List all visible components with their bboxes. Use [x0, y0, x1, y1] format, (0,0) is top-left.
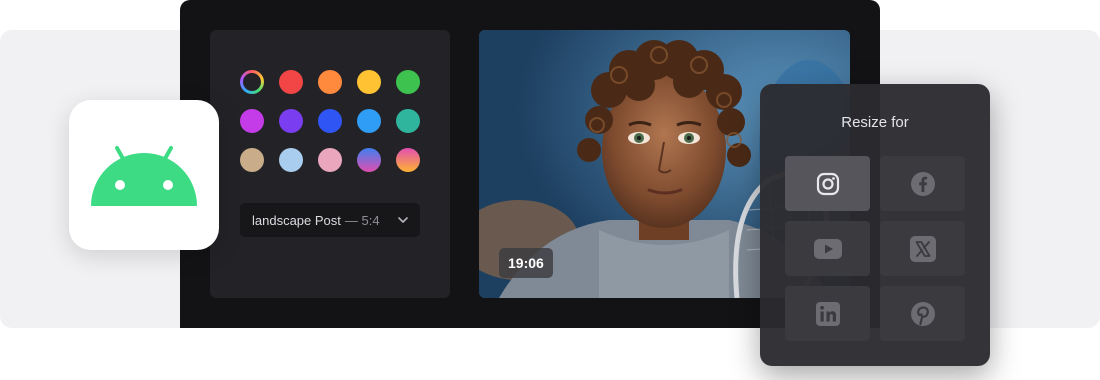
swatch-tan[interactable]	[240, 148, 264, 172]
pinterest-icon	[910, 301, 935, 326]
swatch-orange[interactable]	[318, 70, 342, 94]
swatch-pink-orange-gradient[interactable]	[396, 148, 420, 172]
swatch-magenta[interactable]	[240, 109, 264, 133]
pinterest-button[interactable]	[880, 286, 965, 341]
swatch-teal[interactable]	[396, 109, 420, 133]
resize-title: Resize for	[841, 114, 909, 131]
swatch-color-wheel[interactable]	[240, 70, 264, 94]
facebook-button[interactable]	[880, 156, 965, 211]
format-dropdown[interactable]: landscape Post — 5:4	[240, 203, 420, 237]
x-button[interactable]	[880, 221, 965, 276]
swatch-pink[interactable]	[318, 148, 342, 172]
swatch-blue[interactable]	[318, 109, 342, 133]
swatch-light-blue[interactable]	[279, 148, 303, 172]
video-timestamp: 19:06	[499, 248, 553, 278]
youtube-button[interactable]	[785, 221, 870, 276]
facebook-icon	[910, 171, 935, 196]
swatch-sky[interactable]	[357, 109, 381, 133]
swatch-red[interactable]	[279, 70, 303, 94]
swatch-blue-pink-gradient[interactable]	[357, 148, 381, 172]
format-ratio: — 5:4	[344, 212, 380, 228]
x-icon	[909, 235, 936, 262]
social-platform-grid	[785, 156, 965, 341]
color-palette	[240, 70, 420, 172]
instagram-button[interactable]	[785, 156, 870, 211]
style-panel: landscape Post — 5:4	[210, 30, 450, 298]
android-app-tile[interactable]	[69, 100, 219, 250]
youtube-icon	[813, 238, 842, 259]
format-label: landscape Post	[252, 212, 341, 228]
resize-panel: Resize for	[760, 84, 990, 366]
instagram-icon	[816, 172, 839, 195]
swatch-green[interactable]	[396, 70, 420, 94]
stage: landscape Post — 5:4 19:06 Resize for	[0, 0, 1100, 380]
swatch-violet[interactable]	[279, 109, 303, 133]
linkedin-button[interactable]	[785, 286, 870, 341]
swatch-yellow[interactable]	[357, 70, 381, 94]
chevron-down-icon	[398, 215, 408, 225]
android-icon	[91, 146, 197, 206]
linkedin-icon	[815, 301, 840, 326]
